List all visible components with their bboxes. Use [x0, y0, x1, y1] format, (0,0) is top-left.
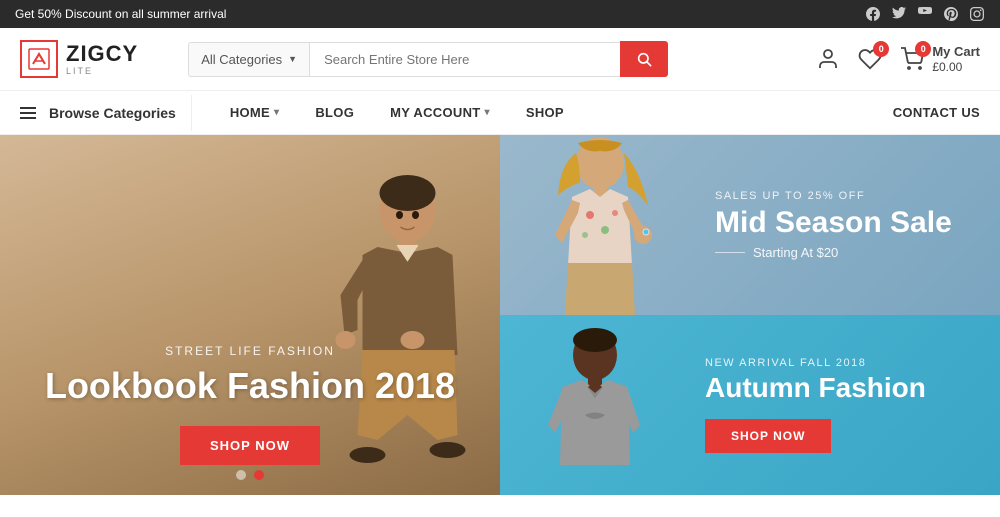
hero-right-bottom-shop-btn[interactable]: SHOP NOW	[705, 419, 831, 453]
instagram-icon[interactable]	[969, 6, 985, 22]
home-dropdown-icon: ▾	[274, 107, 279, 118]
logo-icon	[20, 40, 58, 78]
youtube-icon[interactable]	[917, 6, 933, 22]
nav-bar: Browse Categories HOME ▾ BLOG MY ACCOUNT…	[0, 91, 1000, 135]
hero-left-title: Lookbook Fashion 2018	[40, 366, 460, 406]
twitter-icon[interactable]	[891, 6, 907, 22]
hero-left-panel: STREET LIFE FASHION Lookbook Fashion 201…	[0, 135, 500, 495]
right-top-person-figure	[500, 135, 700, 315]
main-nav: HOME ▾ BLOG MY ACCOUNT ▾ SHOP CONTACT US	[212, 93, 980, 132]
cart-area[interactable]: 0 My Cart £0.00	[900, 44, 980, 74]
nav-blog-label: BLOG	[315, 105, 354, 120]
hero-right-top-tag: SALES UP TO 25% OFF	[715, 190, 970, 202]
category-chevron-icon: ▼	[288, 54, 297, 64]
nav-home-label: HOME	[230, 105, 270, 120]
dash-icon	[715, 252, 745, 253]
nav-account-label: MY ACCOUNT	[390, 105, 480, 120]
header-icons: 0 0 My Cart £0.00	[816, 44, 980, 74]
hero-right-bottom-tag: NEW ARRIVAL FALL 2018	[705, 357, 970, 369]
pinterest-icon[interactable]	[943, 6, 959, 22]
cart-label: My Cart	[932, 44, 980, 60]
hero-right-bottom-title: Autumn Fashion	[705, 373, 970, 404]
nav-item-shop[interactable]: SHOP	[508, 93, 582, 132]
nav-item-home[interactable]: HOME ▾	[212, 93, 298, 132]
account-dropdown-icon: ▾	[485, 107, 490, 118]
hero-dots	[236, 470, 264, 480]
nav-shop-label: SHOP	[526, 105, 564, 120]
hero-right-top-subline: Starting At $20	[715, 245, 970, 260]
hero-section: STREET LIFE FASHION Lookbook Fashion 201…	[0, 135, 1000, 495]
facebook-icon[interactable]	[865, 6, 881, 22]
search-button[interactable]	[620, 41, 668, 77]
dot-2[interactable]	[254, 470, 264, 480]
wishlist-badge: 0	[873, 41, 889, 57]
nav-contact-label: CONTACT US	[893, 105, 980, 120]
search-area: All Categories ▼	[188, 41, 668, 77]
dot-1[interactable]	[236, 470, 246, 480]
wishlist-icon[interactable]: 0	[858, 47, 882, 71]
hero-right-panels: SALES UP TO 25% OFF Mid Season Sale Star…	[500, 135, 1000, 495]
browse-categories-label: Browse Categories	[49, 105, 176, 121]
cart-amount: £0.00	[932, 60, 980, 74]
hero-right-top-panel: SALES UP TO 25% OFF Mid Season Sale Star…	[500, 135, 1000, 315]
logo-text-area: ZIGCY LITE	[66, 43, 138, 76]
cart-icon: 0	[900, 47, 924, 71]
hero-left-subtitle: STREET LIFE FASHION	[40, 344, 460, 358]
logo-area[interactable]: ZIGCY LITE	[20, 40, 138, 78]
search-category-label: All Categories	[201, 52, 282, 67]
announcement-bar: Get 50% Discount on all summer arrival	[0, 0, 1000, 28]
hamburger-icon	[20, 107, 36, 119]
hero-right-top-subline-text: Starting At $20	[753, 245, 838, 260]
user-account-icon[interactable]	[816, 47, 840, 71]
nav-item-my-account[interactable]: MY ACCOUNT ▾	[372, 93, 508, 132]
search-category-dropdown[interactable]: All Categories ▼	[188, 42, 309, 77]
right-bottom-person-figure	[500, 325, 700, 495]
hero-right-bottom-content: NEW ARRIVAL FALL 2018 Autumn Fashion SHO…	[705, 357, 970, 454]
hero-right-top-content: SALES UP TO 25% OFF Mid Season Sale Star…	[715, 190, 970, 260]
search-input[interactable]	[309, 42, 620, 77]
logo-name: ZIGCY	[66, 43, 138, 65]
hero-right-top-title: Mid Season Sale	[715, 206, 970, 239]
nav-item-blog[interactable]: BLOG	[297, 93, 372, 132]
announcement-text: Get 50% Discount on all summer arrival	[15, 7, 226, 21]
hero-right-bottom-panel: NEW ARRIVAL FALL 2018 Autumn Fashion SHO…	[500, 315, 1000, 495]
browse-categories[interactable]: Browse Categories	[20, 95, 192, 131]
social-icons	[865, 6, 985, 22]
hero-left-content: STREET LIFE FASHION Lookbook Fashion 201…	[40, 344, 460, 465]
nav-item-contact[interactable]: CONTACT US	[893, 93, 980, 132]
logo-sub: LITE	[66, 66, 138, 76]
cart-badge: 0	[915, 41, 931, 57]
header: ZIGCY LITE All Categories ▼	[0, 28, 1000, 91]
hero-left-shop-btn[interactable]: SHOP NOW	[180, 426, 320, 465]
